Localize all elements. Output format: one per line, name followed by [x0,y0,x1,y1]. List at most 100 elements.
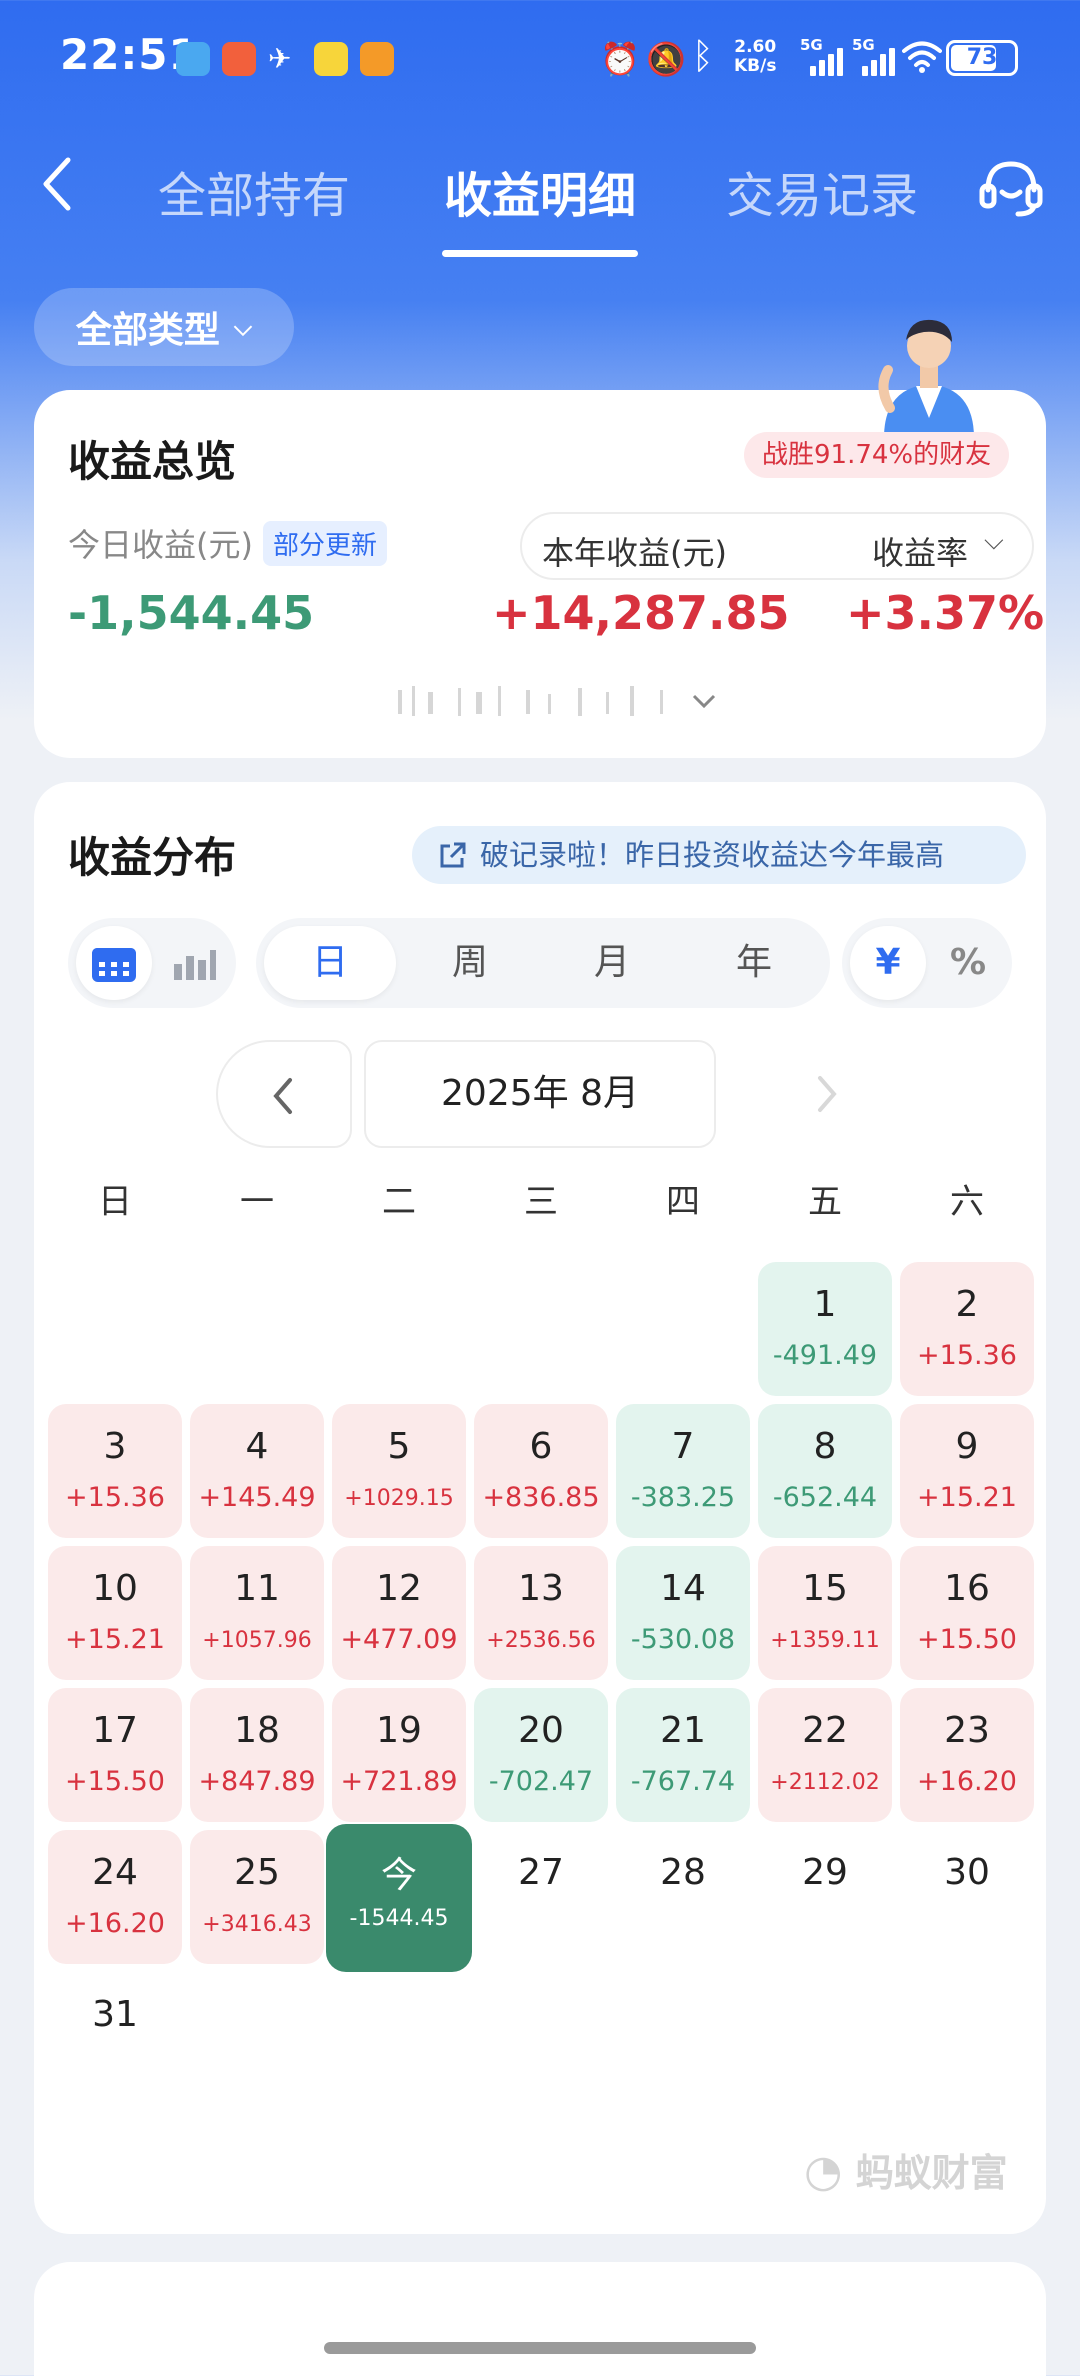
record-banner[interactable]: 破记录啦！昨日投资收益达今年最高 [412,826,1026,884]
calendar-day[interactable]: 12 +477.09 [332,1546,466,1680]
calendar-day-number: 7 [671,1426,695,1467]
alarm-icon: ⏰ [600,40,640,78]
calendar-day-number: 17 [92,1710,138,1751]
record-banner-text: 破记录啦！昨日投资收益达今年最高 [480,838,945,872]
calendar-day[interactable]: 25 +3416.43 [190,1830,324,1964]
calendar-day-earnings: +145.49 [198,1482,316,1513]
calendar-day-number: 4 [245,1426,269,1467]
calendar-day[interactable]: 10 +15.21 [48,1546,182,1680]
app-notification-icon [360,42,394,76]
type-filter-label: 全部类型 [75,310,220,351]
watermark-logo: ◔ 蚂蚁财富 [804,2142,1008,2197]
customer-service-icon[interactable] [976,152,1046,222]
calendar-day[interactable]: 27 [474,1830,608,1964]
weekday-mon: 一 [240,1182,274,1222]
calendar-day[interactable]: 22 +2112.02 [758,1688,892,1822]
unit-selector: ¥ % [842,918,1012,1008]
unit-amount-tab[interactable]: ¥ [850,926,926,1000]
calendar-day[interactable]: 7 -383.25 [616,1404,750,1538]
calendar-day-number: 28 [660,1852,706,1893]
battery-level: 73 [966,45,998,70]
calendar-grid: 1 -491.49 2 +15.36 3 +15.36 4 +145.49 5 +1029.15 6… [44,1262,1036,2062]
app-notification-icon [314,42,348,76]
calendar-day[interactable]: 14 -530.08 [616,1546,750,1680]
calendar-day-earnings: +15.21 [65,1624,165,1655]
calendar-day-number: 8 [813,1426,837,1467]
mute-bell-icon: 🔕 [646,40,686,78]
calendar-day[interactable]: 6 +836.85 [474,1404,608,1538]
calendar-day[interactable]: 5 +1029.15 [332,1404,466,1538]
calendar-day-number: 3 [103,1426,127,1467]
bar-chart-view-button[interactable] [156,926,232,1000]
calendar-day-today[interactable]: 今 -1544.45 [326,1824,472,1972]
rate-value: +3.37% [846,586,1045,640]
period-week-tab[interactable]: 周 [404,926,536,1000]
type-filter-dropdown[interactable]: 全部类型 ⌵ [34,288,294,366]
calendar-day-earnings: +1029.15 [344,1486,454,1511]
calendar-day-number: 11 [234,1568,280,1609]
prev-month-button[interactable] [216,1040,352,1148]
calendar-day-earnings: -652.44 [772,1482,878,1513]
unit-percent-tab[interactable]: % [930,926,1006,1000]
calendar-day-earnings: +721.89 [340,1766,458,1797]
tab-all-holdings[interactable]: 全部持有 [158,156,350,226]
calendar-day[interactable]: 19 +721.89 [332,1688,466,1822]
overview-title: 收益总览 [68,437,237,486]
calendar-day[interactable]: 16 +15.50 [900,1546,1034,1680]
chevron-down-icon: ⌵ [984,526,1004,556]
calendar-day-number: 19 [376,1710,422,1751]
period-day-tab[interactable]: 日 [264,926,396,1000]
tab-transaction-records[interactable]: 交易记录 [726,156,918,226]
calendar-day[interactable]: 31 [48,1972,182,2106]
calendar-day-number: 20 [518,1710,564,1751]
calendar-day-earnings: -530.08 [630,1624,736,1655]
next-month-button[interactable] [774,1040,874,1148]
bluetooth-icon: ᛒ [692,36,714,77]
calendar-day-number: 6 [529,1426,553,1467]
calendar-day[interactable]: 20 -702.47 [474,1688,608,1822]
calendar-day[interactable]: 4 +145.49 [190,1404,324,1538]
calendar-day[interactable]: 24 +16.20 [48,1830,182,1964]
calendar-day[interactable]: 30 [900,1830,1034,1964]
today-earnings-value: -1,544.45 [68,586,315,640]
back-arrow-icon[interactable] [36,154,80,214]
calendar-day[interactable]: 8 -652.44 [758,1404,892,1538]
calendar-day-number: 18 [234,1710,280,1751]
period-year-tab[interactable]: 年 [688,926,820,1000]
calendar-day-earnings: -702.47 [488,1766,594,1797]
calendar-day[interactable]: 21 -767.74 [616,1688,750,1822]
cell-signal-icon: 5G [852,36,900,80]
expand-toggle[interactable] [398,682,738,722]
calendar-day[interactable]: 9 +15.21 [900,1404,1034,1538]
calendar-day[interactable]: 15 +1359.11 [758,1546,892,1680]
calendar-view-button[interactable] [76,926,152,1000]
period-month-tab[interactable]: 月 [546,926,678,1000]
calendar-day-earnings: -767.74 [630,1766,736,1797]
calendar-day[interactable]: 2 +15.36 [900,1262,1034,1396]
calendar-day[interactable]: 11 +1057.96 [190,1546,324,1680]
calendar-day-number: 29 [802,1852,848,1893]
calendar-day-earnings: +2112.02 [770,1770,880,1795]
weekday-tue: 二 [382,1182,416,1222]
year-earnings-selector[interactable]: 本年收益(元) 收益率 ⌵ [520,512,1034,580]
calendar-day[interactable]: 3 +15.36 [48,1404,182,1538]
wifi-icon [902,41,942,73]
calendar-day-earnings: +16.20 [65,1908,165,1939]
chevron-right-icon [818,1076,837,1112]
calendar-day[interactable]: 28 [616,1830,750,1964]
calendar-day[interactable]: 1 -491.49 [758,1262,892,1396]
calendar-day[interactable]: 18 +847.89 [190,1688,324,1822]
calendar-day-earnings: -383.25 [630,1482,736,1513]
calendar-day[interactable]: 13 +2536.56 [474,1546,608,1680]
calendar-day-earnings: +15.36 [65,1482,165,1513]
rank-badge: 战胜91.74%的财友 [744,432,1010,478]
calendar-day[interactable]: 23 +16.20 [900,1688,1034,1822]
calendar-day[interactable]: 17 +15.50 [48,1688,182,1822]
tab-earnings-detail[interactable]: 收益明细 [444,156,636,226]
distribution-title: 收益分布 [68,833,237,882]
signal-type-label: 5G [852,36,875,54]
calendar-day-number: 23 [944,1710,990,1751]
period-selector: 日 周 月 年 [256,918,830,1008]
calendar-day[interactable]: 29 [758,1830,892,1964]
home-indicator[interactable] [324,2342,756,2354]
